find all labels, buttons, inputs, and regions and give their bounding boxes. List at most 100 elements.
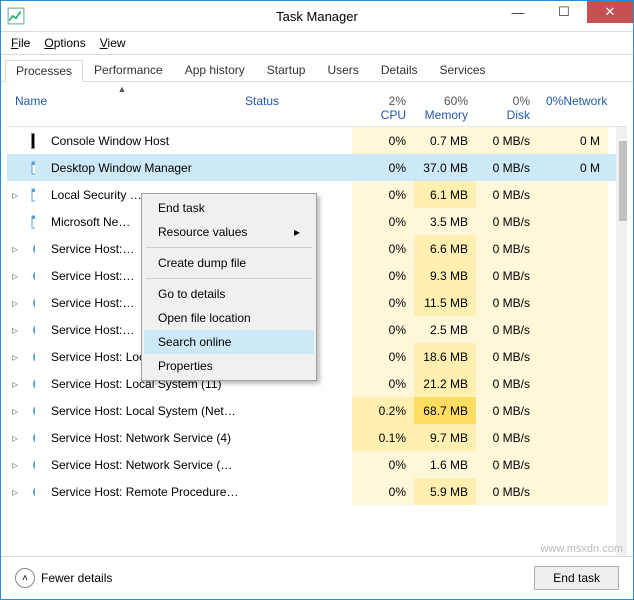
- tab-performance[interactable]: Performance: [83, 59, 174, 81]
- network-cell: [538, 316, 608, 343]
- gear-icon: [31, 295, 35, 311]
- menu-item-search-online[interactable]: Search online: [144, 330, 314, 354]
- gear-icon: [31, 403, 35, 419]
- titlebar[interactable]: Task Manager — ☐ ✕: [1, 1, 633, 32]
- tab-processes[interactable]: Processes: [5, 60, 83, 82]
- menu-item-create-dump-file[interactable]: Create dump file: [144, 251, 314, 275]
- expand-icon[interactable]: ▹: [7, 424, 23, 451]
- disk-cell: 0 MB/s: [476, 451, 538, 478]
- menu-item-end-task[interactable]: End task: [144, 196, 314, 220]
- memory-cell: 18.6 MB: [414, 343, 476, 370]
- gear-icon: [31, 430, 35, 446]
- column-status[interactable]: Status: [237, 90, 352, 126]
- end-task-button[interactable]: End task: [534, 566, 619, 590]
- column-memory[interactable]: 60%Memory: [414, 90, 476, 126]
- disk-cell: 0 MB/s: [476, 262, 538, 289]
- process-name: Service Host: Network Service (…: [43, 451, 237, 478]
- cpu-cell: 0%: [352, 181, 414, 208]
- tab-details[interactable]: Details: [370, 59, 429, 81]
- menubar: File Options View: [1, 32, 633, 55]
- tabbar: ProcessesPerformanceApp historyStartupUs…: [1, 55, 633, 82]
- process-row[interactable]: Console Window Host0%0.7 MB0 MB/s0 M: [7, 127, 627, 154]
- submenu-arrow-icon: ▸: [294, 225, 300, 239]
- column-cpu[interactable]: 2%CPU: [352, 90, 414, 126]
- column-network[interactable]: 0%Network: [538, 90, 608, 126]
- scrollbar[interactable]: [616, 127, 627, 556]
- network-cell: [538, 343, 608, 370]
- memory-cell: 5.9 MB: [414, 478, 476, 505]
- maximize-button[interactable]: ☐: [541, 1, 587, 23]
- process-row[interactable]: Desktop Window Manager0%37.0 MB0 MB/s0 M: [7, 154, 627, 181]
- gear-icon: [31, 457, 35, 473]
- expand-icon[interactable]: ▹: [7, 262, 23, 289]
- cpu-cell: 0%: [352, 370, 414, 397]
- fewer-details-button[interactable]: ˄ Fewer details: [15, 568, 112, 588]
- menu-item-properties[interactable]: Properties: [144, 354, 314, 378]
- disk-cell: 0 MB/s: [476, 316, 538, 343]
- memory-cell: 37.0 MB: [414, 154, 476, 181]
- cpu-cell: 0%: [352, 127, 414, 154]
- menu-item-resource-values[interactable]: Resource values▸: [144, 220, 314, 244]
- disk-cell: 0 MB/s: [476, 208, 538, 235]
- expand-icon[interactable]: [7, 208, 23, 235]
- expand-icon[interactable]: ▹: [7, 397, 23, 424]
- process-row[interactable]: ▹Service Host:…0%6.6 MB0 MB/s: [7, 235, 627, 262]
- network-cell: [538, 235, 608, 262]
- cpu-cell: 0%: [352, 235, 414, 262]
- memory-cell: 9.3 MB: [414, 262, 476, 289]
- app-icon: [7, 7, 25, 25]
- expand-icon[interactable]: ▹: [7, 289, 23, 316]
- tab-services[interactable]: Services: [429, 59, 497, 81]
- cpu-cell: 0%: [352, 316, 414, 343]
- expand-icon[interactable]: ▹: [7, 343, 23, 370]
- expand-icon[interactable]: [7, 154, 23, 181]
- watermark: www.msxdn.com: [540, 543, 623, 555]
- expand-icon[interactable]: ▹: [7, 451, 23, 478]
- expand-icon[interactable]: ▹: [7, 316, 23, 343]
- column-name[interactable]: ▲ Name: [7, 90, 237, 126]
- chevron-up-icon: ˄: [15, 568, 35, 588]
- process-row[interactable]: ▹Local Security …0%6.1 MB0 MB/s: [7, 181, 627, 208]
- expand-icon[interactable]: ▹: [7, 235, 23, 262]
- process-row[interactable]: ▹Service Host: Local System (Net…0.2%68.…: [7, 397, 627, 424]
- sort-indicator-icon: ▲: [118, 84, 127, 94]
- process-row[interactable]: ▹Service Host: Network Service (…0%1.6 M…: [7, 451, 627, 478]
- expand-icon[interactable]: ▹: [7, 181, 23, 208]
- expand-icon[interactable]: ▹: [7, 370, 23, 397]
- menu-item-go-to-details[interactable]: Go to details: [144, 282, 314, 306]
- process-row[interactable]: Microsoft Ne…0%3.5 MB0 MB/s: [7, 208, 627, 235]
- process-name: Desktop Window Manager: [43, 154, 237, 181]
- task-manager-window: Task Manager — ☐ ✕ File Options View Pro…: [0, 0, 634, 600]
- process-row[interactable]: ▹Service Host: Network Service (4)0.1%9.…: [7, 424, 627, 451]
- process-row[interactable]: ▹Service Host:…0%9.3 MB0 MB/s: [7, 262, 627, 289]
- menu-view[interactable]: View: [100, 36, 126, 50]
- network-cell: 0 M: [538, 127, 608, 154]
- minimize-button[interactable]: —: [495, 1, 541, 23]
- close-button[interactable]: ✕: [587, 1, 633, 23]
- memory-cell: 2.5 MB: [414, 316, 476, 343]
- gear-icon: [31, 484, 35, 500]
- expand-icon[interactable]: ▹: [7, 478, 23, 505]
- memory-cell: 11.5 MB: [414, 289, 476, 316]
- cpu-cell: 0%: [352, 154, 414, 181]
- process-row[interactable]: ▹Service Host: Local System (11)0%21.2 M…: [7, 370, 627, 397]
- memory-cell: 9.7 MB: [414, 424, 476, 451]
- menu-item-open-file-location[interactable]: Open file location: [144, 306, 314, 330]
- process-row[interactable]: ▹Service Host: Local Service (No …0%18.6…: [7, 343, 627, 370]
- expand-icon[interactable]: [7, 127, 23, 154]
- tab-startup[interactable]: Startup: [256, 59, 317, 81]
- tab-app-history[interactable]: App history: [174, 59, 256, 81]
- window-icon: [31, 160, 35, 176]
- disk-cell: 0 MB/s: [476, 370, 538, 397]
- scrollbar-thumb[interactable]: [619, 141, 627, 221]
- column-disk[interactable]: 0%Disk: [476, 90, 538, 126]
- process-row[interactable]: ▹Service Host:…0%2.5 MB0 MB/s: [7, 316, 627, 343]
- cpu-cell: 0%: [352, 478, 414, 505]
- menu-options[interactable]: Options: [44, 36, 85, 50]
- console-icon: [31, 133, 35, 149]
- process-row[interactable]: ▹Service Host: Remote Procedure…0%5.9 MB…: [7, 478, 627, 505]
- process-row[interactable]: ▹Service Host:…0%11.5 MB0 MB/s: [7, 289, 627, 316]
- memory-cell: 6.1 MB: [414, 181, 476, 208]
- menu-file[interactable]: File: [11, 36, 30, 50]
- tab-users[interactable]: Users: [316, 59, 369, 81]
